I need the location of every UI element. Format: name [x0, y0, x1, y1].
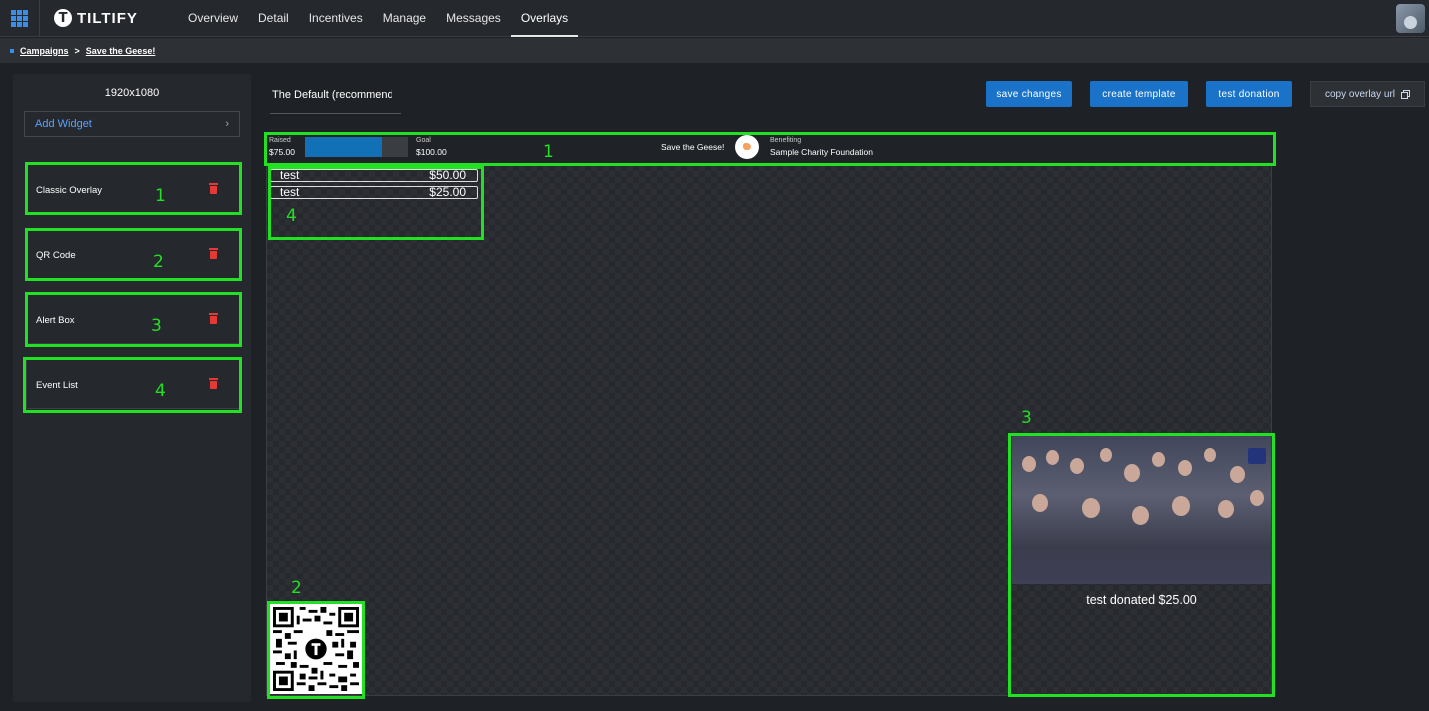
breadcrumb-campaigns[interactable]: Campaigns	[20, 46, 69, 56]
raised-label: Raised	[269, 137, 291, 144]
widget-label: Classic Overlay	[36, 185, 102, 196]
top-bar: T TILTIFY Overview Detail Incentives Man…	[0, 0, 1429, 37]
annotation-number: 2	[153, 252, 164, 272]
goal-value: $100.00	[416, 147, 447, 157]
goal-label: Goal	[416, 137, 431, 144]
widget-card-classic-overlay[interactable]: Classic Overlay	[26, 163, 240, 214]
charity-name: Sample Charity Foundation	[770, 147, 874, 157]
copy-overlay-url-label: copy overlay url	[1324, 88, 1396, 100]
annotation-number: 3	[1021, 408, 1032, 428]
trash-icon[interactable]	[209, 248, 218, 259]
list-item: test $25.00	[270, 186, 478, 199]
annotation-number: 1	[543, 142, 554, 162]
create-template-button[interactable]: create template	[1090, 81, 1188, 107]
trash-icon[interactable]	[209, 183, 218, 194]
qr-code[interactable]	[270, 604, 362, 694]
tab-messages[interactable]: Messages	[436, 0, 511, 37]
raised-value: $75.00	[269, 147, 295, 157]
annotation-number: 1	[155, 186, 166, 206]
qr-code-image	[273, 607, 359, 691]
tiltify-logo-icon: T	[54, 9, 72, 27]
event-amount: $25.00	[429, 185, 466, 199]
tab-overlays[interactable]: Overlays	[510, 0, 579, 37]
trash-icon[interactable]	[209, 378, 218, 389]
tab-manage[interactable]: Manage	[373, 0, 436, 37]
logo[interactable]: T TILTIFY	[54, 9, 138, 27]
chevron-right-icon: ›	[225, 118, 229, 130]
avatar[interactable]	[1396, 4, 1425, 33]
add-widget-label: Add Widget	[35, 118, 92, 130]
divider	[270, 113, 401, 114]
annotation-number: 3	[151, 316, 162, 336]
breadcrumb-current[interactable]: Save the Geese!	[86, 46, 156, 56]
widget-label: Event List	[36, 380, 78, 391]
copy-icon	[1401, 89, 1411, 99]
widget-card-alert-box[interactable]: Alert Box	[26, 293, 240, 344]
breadcrumb: Campaigns > Save the Geese!	[0, 38, 1429, 63]
main-nav: Overview Detail Incentives Manage Messag…	[178, 0, 579, 37]
event-amount: $50.00	[429, 168, 466, 182]
copy-overlay-url-button[interactable]: copy overlay url	[1310, 81, 1425, 107]
benefiting-label: Benefiting	[770, 137, 802, 144]
save-changes-button[interactable]: save changes	[986, 81, 1072, 107]
widget-card-event-list[interactable]: Event List	[26, 358, 240, 409]
alert-image	[1012, 436, 1271, 584]
progress-fill	[305, 137, 383, 157]
test-donation-button[interactable]: test donation	[1206, 81, 1292, 107]
bullet-icon	[10, 48, 14, 53]
tab-overview[interactable]: Overview	[178, 0, 248, 37]
annotation-number: 4	[286, 206, 297, 226]
annotation-number: 4	[155, 381, 166, 401]
progress-bar	[305, 137, 408, 157]
logo-text: TILTIFY	[77, 9, 138, 27]
widget-card-qr-code[interactable]: QR Code	[26, 228, 240, 279]
widget-label: QR Code	[36, 250, 76, 261]
apps-grid-icon[interactable]	[11, 10, 28, 27]
annotation-number: 2	[291, 578, 302, 598]
divider	[39, 0, 40, 37]
breadcrumb-separator: >	[74, 45, 80, 56]
event-name: test	[280, 185, 300, 199]
charity-logo	[735, 135, 759, 159]
tab-incentives[interactable]: Incentives	[299, 0, 373, 37]
overlay-canvas[interactable]	[266, 134, 1272, 696]
template-name[interactable]: The Default (recommend	[272, 89, 392, 104]
tab-detail[interactable]: Detail	[248, 0, 299, 37]
list-item: test $50.00	[270, 169, 478, 182]
resolution-label: 1920x1080	[104, 87, 160, 99]
widget-label: Alert Box	[36, 315, 75, 326]
campaign-name: Save the Geese!	[661, 142, 725, 152]
event-name: test	[280, 168, 300, 182]
trash-icon[interactable]	[209, 313, 218, 324]
alert-text: test donated $25.00	[1086, 593, 1197, 607]
add-widget-button[interactable]: Add Widget ›	[24, 111, 240, 137]
